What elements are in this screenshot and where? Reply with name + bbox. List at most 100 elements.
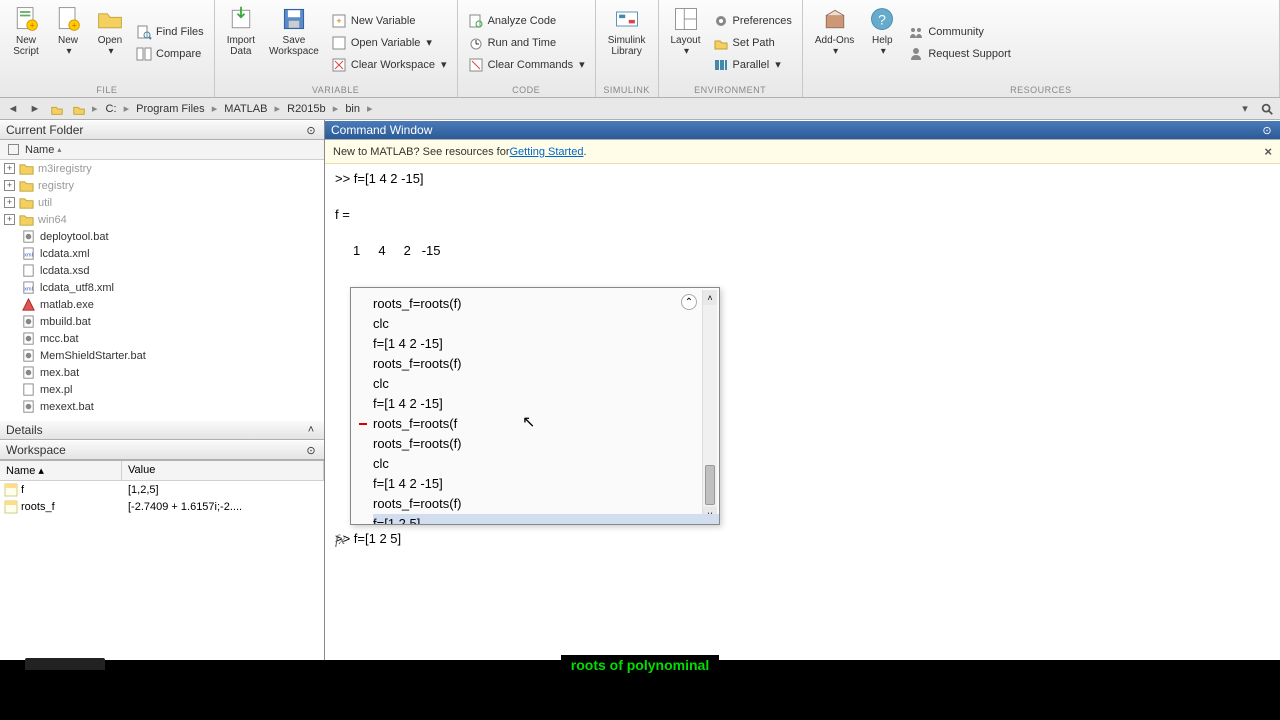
panel-menu-icon[interactable]: ⊙ xyxy=(304,123,318,137)
file-name: MemShieldStarter.bat xyxy=(40,350,146,362)
new-script-button[interactable]: + New Script xyxy=(6,2,46,83)
output-line: >> f=[1 4 2 -15] xyxy=(335,170,1270,188)
workspace-menu-icon[interactable]: ⊙ xyxy=(304,443,318,457)
file-item[interactable]: mex.pl xyxy=(0,381,324,398)
import-data-button[interactable]: Import Data xyxy=(221,2,261,83)
file-item[interactable]: mbuild.bat xyxy=(0,313,324,330)
browse-button[interactable] xyxy=(70,100,88,118)
folder-item[interactable]: +registry xyxy=(0,177,324,194)
xml-icon: xml xyxy=(21,281,36,295)
file-name: matlab.exe xyxy=(40,299,94,311)
file-item[interactable]: mcc.bat xyxy=(0,330,324,347)
history-line[interactable]: clc xyxy=(373,374,719,394)
breadcrumb-segment[interactable]: Program Files xyxy=(132,103,208,115)
breadcrumb-segment[interactable]: R2015b xyxy=(283,103,330,115)
file-item[interactable]: deploytool.bat xyxy=(0,228,324,245)
history-line[interactable]: roots_f=roots(f xyxy=(373,414,719,434)
command-window-header[interactable]: Command Window ⊙ xyxy=(325,120,1280,140)
set-path-button[interactable]: Set Path xyxy=(709,32,796,54)
history-line[interactable]: f=[1 4 2 -15] xyxy=(373,334,719,354)
new-variable-button[interactable]: +New Variable xyxy=(327,10,451,32)
layout-button[interactable]: Layout▾ xyxy=(665,2,707,83)
folder-item[interactable]: +win64 xyxy=(0,211,324,228)
history-line[interactable]: f=[1 2 5] xyxy=(373,514,719,524)
history-line[interactable]: roots_f=roots(f) xyxy=(373,354,719,374)
address-dropdown-button[interactable]: ▾ xyxy=(1236,100,1254,118)
history-line[interactable]: f=[1 4 2 -15] xyxy=(373,474,719,494)
save-workspace-button[interactable]: Save Workspace xyxy=(263,2,325,83)
breadcrumb-segment[interactable]: MATLAB xyxy=(220,103,271,115)
clear-workspace-button[interactable]: Clear Workspace▾ xyxy=(327,54,451,76)
breadcrumb-segment[interactable]: C: xyxy=(102,103,121,115)
history-line[interactable]: roots_f=roots(f) xyxy=(373,434,719,454)
file-name: lcdata_utf8.xml xyxy=(40,282,114,294)
new-button[interactable]: + New▾ xyxy=(48,2,88,83)
workspace-variable-row[interactable]: f[1,2,5] xyxy=(0,481,324,498)
getting-started-link[interactable]: Getting Started xyxy=(509,146,583,158)
file-item[interactable]: mex.bat xyxy=(0,364,324,381)
group-resources-label: RESOURCES xyxy=(809,83,1273,97)
search-folder-button[interactable] xyxy=(1258,100,1276,118)
cmdwin-menu-icon[interactable]: ⊙ xyxy=(1260,123,1274,137)
simulink-library-button[interactable]: Simulink Library xyxy=(602,2,652,83)
file-item[interactable]: xml lcdata_utf8.xml xyxy=(0,279,324,296)
file-name: m3iregistry xyxy=(38,163,92,175)
address-bar: ◄ ► ▸ C: ▸ Program Files ▸ MATLAB ▸ R201… xyxy=(0,98,1280,120)
history-line[interactable]: clc xyxy=(373,314,719,334)
details-collapse-icon[interactable]: ˄ xyxy=(304,423,318,437)
file-item[interactable]: MemShieldStarter.bat xyxy=(0,347,324,364)
details-header[interactable]: Details ˄ xyxy=(0,420,324,440)
file-list[interactable]: + m3iregistry +registry+util+win64deployto… xyxy=(0,160,324,420)
nav-back-button[interactable]: ◄ xyxy=(4,100,22,118)
clear-commands-button[interactable]: Clear Commands▾ xyxy=(464,54,589,76)
file-item[interactable]: xmllcdata.xml xyxy=(0,245,324,262)
analyze-code-button[interactable]: Analyze Code xyxy=(464,10,589,32)
addons-button[interactable]: Add-Ons▾ xyxy=(809,2,860,83)
file-item[interactable]: lcdata.xsd xyxy=(0,262,324,279)
parallel-button[interactable]: Parallel▾ xyxy=(709,54,796,76)
find-files-button[interactable]: Find Files xyxy=(132,21,208,43)
expand-icon[interactable]: + xyxy=(4,180,15,191)
breadcrumb-segment[interactable]: bin xyxy=(341,103,364,115)
request-support-button[interactable]: Request Support xyxy=(904,43,1015,65)
parallel-label: Parallel xyxy=(733,59,770,71)
expand-icon[interactable]: + xyxy=(4,163,15,174)
bat-icon xyxy=(21,315,36,329)
current-folder-header[interactable]: Current Folder ⊙ xyxy=(0,120,324,140)
banner-close-button[interactable]: × xyxy=(1264,144,1272,159)
command-history-popup[interactable]: ⌃ ˄ ˅ roots_f=roots(f)clcf=[1 4 2 -15]ro… xyxy=(350,287,720,525)
nav-up-button[interactable] xyxy=(48,100,66,118)
history-line[interactable]: clc xyxy=(373,454,719,474)
open-variable-button[interactable]: Open Variable▾ xyxy=(327,32,451,54)
workspace-header[interactable]: Workspace ⊙ xyxy=(0,440,324,460)
folder-item[interactable]: +util xyxy=(0,194,324,211)
expand-icon[interactable]: + xyxy=(4,197,15,208)
open-button[interactable]: Open▾ xyxy=(90,2,130,83)
workspace-variable-row[interactable]: roots_f[-2.7409 + 1.6157i;-2.... xyxy=(0,498,324,515)
file-item[interactable]: mexext.bat xyxy=(0,398,324,415)
banner-text: New to MATLAB? See resources for xyxy=(333,146,509,158)
history-line[interactable]: roots_f=roots(f) xyxy=(373,294,719,314)
new-script-label: New Script xyxy=(13,35,39,57)
community-button[interactable]: Community xyxy=(904,21,1015,43)
group-variable-label: VARIABLE xyxy=(221,83,451,97)
variable-value: [-2.7409 + 1.6157i;-2.... xyxy=(122,501,324,513)
command-prompt[interactable]: >> f=[1 2 5] xyxy=(335,530,1270,548)
file-item[interactable]: matlab.exe xyxy=(0,296,324,313)
group-file: + New Script + New▾ Open▾ Find Files xyxy=(0,0,215,97)
history-line[interactable]: roots_f=roots(f) xyxy=(373,494,719,514)
expand-icon[interactable]: + xyxy=(4,214,15,225)
help-button[interactable]: ? Help▾ xyxy=(862,2,902,83)
preferences-button[interactable]: Preferences xyxy=(709,10,796,32)
compare-button[interactable]: Compare xyxy=(132,43,208,65)
ws-name-header[interactable]: Name▴ xyxy=(0,461,122,480)
nav-forward-button[interactable]: ► xyxy=(26,100,44,118)
command-window-title: Command Window xyxy=(331,123,432,137)
run-and-time-button[interactable]: Run and Time xyxy=(464,32,589,54)
name-col-label: Name xyxy=(25,144,54,156)
folder-item[interactable]: + m3iregistry xyxy=(0,160,324,177)
ws-value-header[interactable]: Value xyxy=(122,461,324,480)
fx-icon[interactable]: fx xyxy=(335,533,345,549)
history-line[interactable]: f=[1 4 2 -15] xyxy=(373,394,719,414)
name-column-header[interactable]: Name▴ xyxy=(0,140,324,160)
